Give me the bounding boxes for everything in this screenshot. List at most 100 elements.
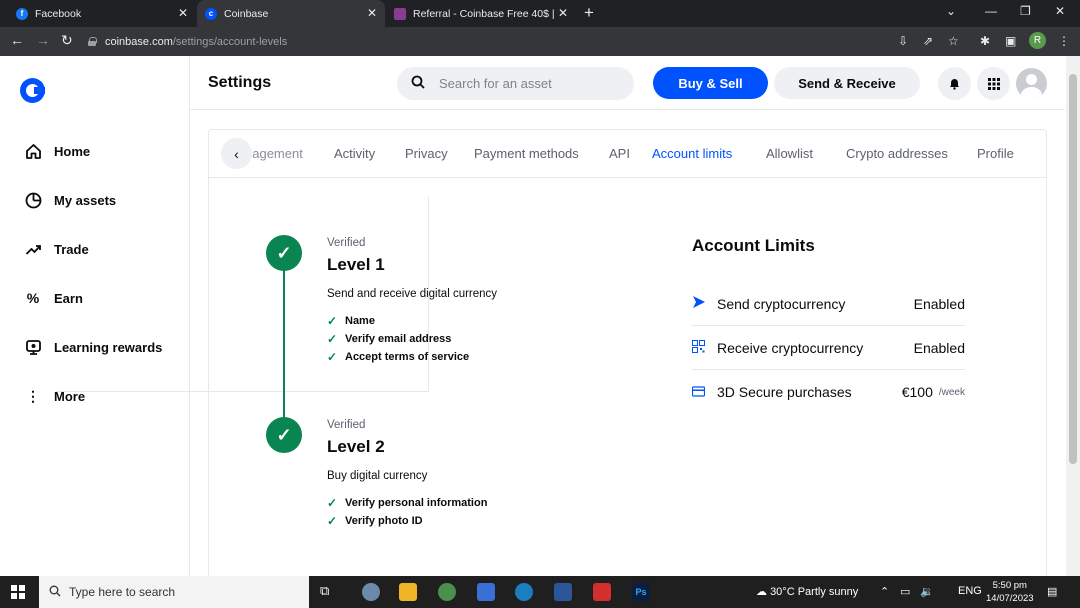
check-circle-icon: ✓ bbox=[266, 417, 302, 453]
restore-icon[interactable]: ❐ bbox=[1020, 4, 1031, 18]
referral-icon bbox=[394, 7, 406, 20]
language-indicator[interactable]: ENG bbox=[958, 585, 982, 597]
share-icon[interactable]: ⇗ bbox=[923, 34, 933, 48]
app-icon[interactable] bbox=[362, 583, 380, 601]
check-circle-icon: ✓ bbox=[266, 235, 302, 271]
photoshop-icon[interactable]: Ps bbox=[632, 583, 650, 601]
grid-icon bbox=[987, 77, 1000, 90]
url-field[interactable]: coinbase.com/settings/account-levels bbox=[88, 31, 908, 52]
requirement-item: ✓ Name bbox=[327, 314, 375, 328]
home-icon bbox=[24, 142, 42, 160]
taskbar: Type here to search ⧉ Ps ☁ 30°C Partly s… bbox=[0, 576, 1080, 608]
check-icon: ✓ bbox=[327, 496, 338, 510]
requirement-item: ✓ Verify email address bbox=[327, 332, 452, 346]
tab-title: Facebook bbox=[35, 7, 82, 20]
search-icon bbox=[49, 585, 61, 600]
coinbase-logo[interactable] bbox=[20, 78, 45, 103]
back-icon[interactable]: ← bbox=[10, 32, 24, 48]
search-input[interactable] bbox=[439, 76, 609, 91]
card-icon bbox=[691, 385, 717, 400]
tray-chevron-icon[interactable]: ⌃ bbox=[880, 585, 889, 598]
lock-icon bbox=[88, 37, 97, 46]
install-icon[interactable]: ⇩ bbox=[898, 34, 908, 48]
tab-payment-methods[interactable]: Payment methods bbox=[474, 146, 579, 161]
browser-tab-facebook[interactable]: f Facebook ✕ bbox=[8, 0, 196, 27]
tab-account-limits[interactable]: Account limits bbox=[652, 146, 732, 161]
taskbar-search[interactable]: Type here to search bbox=[39, 576, 309, 608]
page-title: Settings bbox=[208, 74, 272, 91]
level-status: Verified bbox=[327, 419, 366, 431]
store-icon[interactable] bbox=[477, 583, 495, 601]
level-title: Level 2 bbox=[327, 437, 385, 456]
reward-icon bbox=[24, 338, 42, 356]
volume-icon[interactable]: 🔉 bbox=[920, 585, 934, 598]
search-bar[interactable] bbox=[397, 67, 634, 100]
network-icon[interactable]: ▭ bbox=[900, 585, 910, 598]
more-vertical-icon: ⋮ bbox=[26, 387, 40, 404]
close-icon[interactable]: ✕ bbox=[365, 6, 379, 20]
weather-widget[interactable]: ☁ 30°C Partly sunny bbox=[756, 585, 858, 598]
scrollbar-thumb[interactable] bbox=[1069, 74, 1077, 464]
level-status: Verified bbox=[327, 237, 366, 249]
send-receive-button[interactable]: Send & Receive bbox=[774, 67, 920, 99]
page-scrollbar[interactable] bbox=[1066, 56, 1080, 576]
new-tab-icon[interactable]: + bbox=[584, 3, 594, 23]
buy-sell-button[interactable]: Buy & Sell bbox=[653, 67, 768, 99]
forward-icon[interactable]: → bbox=[36, 32, 50, 48]
windows-start-icon[interactable] bbox=[11, 585, 25, 599]
limit-row-send: Send cryptocurrency Enabled bbox=[692, 282, 965, 326]
check-icon: ✓ bbox=[327, 332, 338, 346]
tab-title: Referral - Coinbase Free 40$ | Pin bbox=[413, 7, 558, 20]
chrome-icon[interactable] bbox=[438, 583, 456, 601]
close-icon[interactable]: ✕ bbox=[176, 6, 190, 20]
task-view-icon[interactable]: ⧉ bbox=[320, 583, 338, 601]
tab-privacy[interactable]: Privacy bbox=[405, 146, 448, 161]
wps-icon[interactable] bbox=[593, 583, 611, 601]
limit-row-3d-secure: 3D Secure purchases €100 /week bbox=[691, 370, 965, 414]
side-panel-icon[interactable]: ▣ bbox=[1005, 34, 1016, 48]
word-icon[interactable] bbox=[554, 583, 572, 601]
check-icon: ✓ bbox=[327, 314, 338, 328]
tab-activity[interactable]: Activity bbox=[334, 146, 375, 161]
limit-row-receive: Receive cryptocurrency Enabled bbox=[692, 326, 965, 370]
chevron-down-icon[interactable]: ⌄ bbox=[946, 4, 956, 18]
tab-crypto-addresses[interactable]: Crypto addresses bbox=[846, 146, 948, 161]
percent-icon: % bbox=[26, 290, 40, 306]
user-avatar[interactable] bbox=[1016, 68, 1047, 99]
tab-api[interactable]: API bbox=[609, 146, 630, 161]
minimize-icon[interactable]: — bbox=[985, 4, 997, 18]
tabs-scroll-left-button[interactable]: ‹ bbox=[221, 138, 252, 169]
notifications-icon[interactable]: ▤ bbox=[1047, 585, 1057, 598]
tab-allowlist[interactable]: Allowlist bbox=[766, 146, 813, 161]
limit-value: Enabled bbox=[913, 295, 965, 312]
notifications-button[interactable] bbox=[938, 67, 971, 100]
reload-icon[interactable]: ↻ bbox=[61, 32, 73, 49]
apps-button[interactable] bbox=[977, 67, 1010, 100]
timeline-connector bbox=[283, 253, 285, 433]
requirement-item: ✓ Verify personal information bbox=[327, 496, 488, 510]
trend-icon bbox=[24, 240, 42, 258]
browser-profile-avatar[interactable]: R bbox=[1029, 32, 1046, 49]
level-title: Level 1 bbox=[327, 255, 385, 274]
close-icon[interactable]: ✕ bbox=[556, 6, 570, 20]
bookmark-star-icon[interactable]: ☆ bbox=[948, 34, 959, 48]
tab-title: Coinbase bbox=[224, 7, 269, 20]
menu-dots-icon[interactable]: ⋮ bbox=[1058, 34, 1070, 48]
sidebar-item-home[interactable]: Home bbox=[24, 142, 90, 160]
system-clock[interactable]: 5:50 pm 14/07/2023 bbox=[986, 579, 1034, 605]
browser-tab-coinbase[interactable]: c Coinbase ✕ bbox=[197, 0, 385, 27]
browser-tab-referral[interactable]: Referral - Coinbase Free 40$ | Pin ✕ bbox=[386, 0, 576, 27]
settings-tabs: ‹ nagement Activity Privacy Payment meth… bbox=[209, 130, 1046, 178]
window-close-icon[interactable]: ✕ bbox=[1055, 4, 1065, 18]
limit-unit: /week bbox=[938, 386, 965, 398]
edge-icon[interactable] bbox=[515, 583, 533, 601]
requirement-item: ✓ Accept terms of service bbox=[327, 350, 470, 364]
file-explorer-icon[interactable] bbox=[399, 583, 417, 601]
tab-management[interactable]: nagement bbox=[245, 146, 303, 161]
browser-tab-strip: f Facebook ✕ c Coinbase ✕ Referral - Coi… bbox=[0, 0, 1080, 27]
extensions-icon[interactable]: ✱ bbox=[980, 34, 990, 48]
facebook-icon: f bbox=[16, 7, 28, 20]
qr-code-icon bbox=[692, 339, 717, 356]
tab-profile[interactable]: Profile bbox=[977, 146, 1014, 161]
level-description: Send and receive digital currency bbox=[327, 288, 498, 300]
